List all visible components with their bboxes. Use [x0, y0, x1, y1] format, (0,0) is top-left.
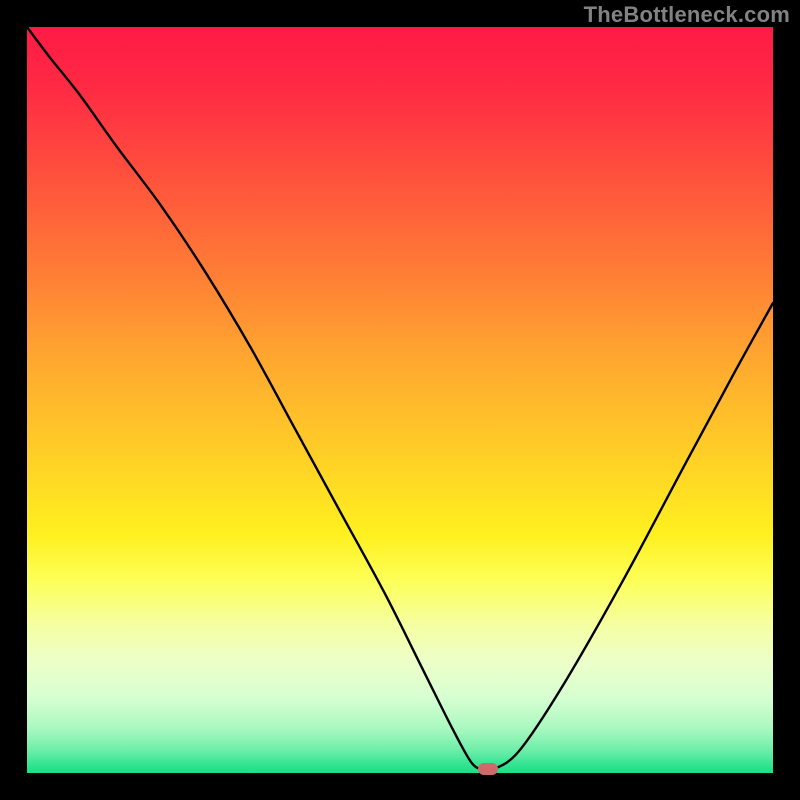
bottleneck-curve [27, 27, 773, 773]
watermark-text: TheBottleneck.com [584, 2, 790, 28]
chart-frame: TheBottleneck.com [0, 0, 800, 800]
optimal-marker [478, 763, 498, 775]
plot-area [27, 27, 773, 773]
